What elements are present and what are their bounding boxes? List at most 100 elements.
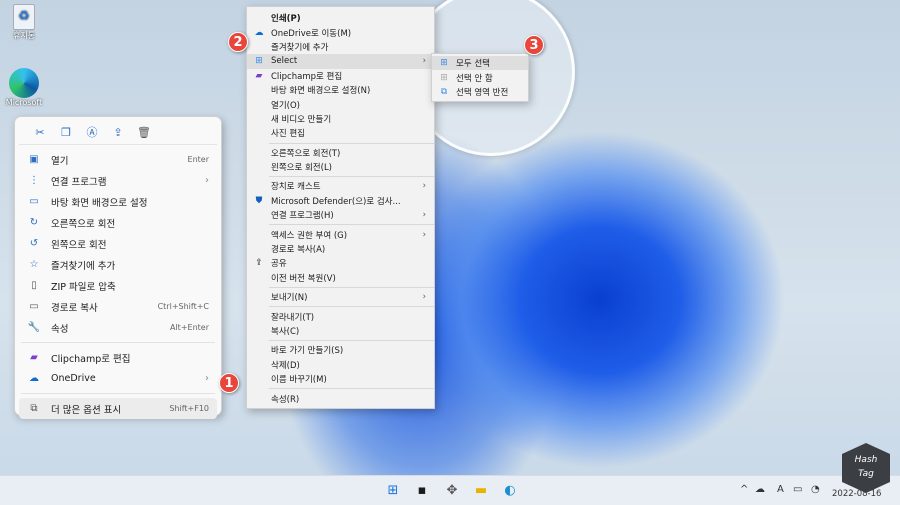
menu-item-copy-path[interactable]: ▭ 경로로 복사 Ctrl+Shift+C [19,296,217,317]
classic-item-open[interactable]: 열기(O) [247,97,434,111]
chevron-right-icon: › [422,181,426,192]
classic-item-edit-photo[interactable]: 사진 편집 [247,126,434,140]
menu-separator [269,306,434,308]
edge-icon[interactable]: ◐ [501,482,519,500]
menu-separator [269,176,434,178]
step-badge-3: 3 [524,35,544,55]
classic-item-give-access[interactable]: 액세스 권한 부여 (G) › [247,227,434,241]
more-options-icon: ⧉ [30,403,38,414]
submenu-item-select-all[interactable]: ⊞ 모두 선택 [432,56,528,71]
menu-item-rotate-left[interactable]: ↺ 왼쪽으로 회전 [19,233,217,254]
onedrive-icon[interactable]: ☁ [755,484,765,495]
desktop-icon-label: Microsoft [5,98,43,107]
volume-icon[interactable]: ◔ [811,484,820,495]
taskbar: ⊞ ▪ ✥ ▬ ◐ ^ ☁ A ▭ ◔ 2022-08-16 [0,475,900,505]
chevron-right-icon: › [422,292,426,303]
copy-icon[interactable]: ❐ [53,123,79,143]
delete-icon[interactable]: 🗑 [131,123,157,143]
rotate-right-icon: ↻ [29,217,39,228]
edge-icon [9,68,39,98]
network-icon[interactable]: ▭ [793,484,802,495]
rotate-left-icon: ↺ [29,238,39,249]
menu-item-show-more-options[interactable]: ⧉ 더 많은 옵션 표시 Shift+F10 [19,398,217,419]
onedrive-icon: ☁ [29,373,39,384]
desktop-icon-label: 휴지통 [12,31,36,40]
desktop-icon-recycle-bin[interactable]: ♻ 휴지통 [2,4,46,41]
classic-item-cast[interactable]: 장치로 캐스트 › [247,179,434,193]
classic-item-select[interactable]: ⊞ Select › [247,54,434,69]
open-with-icon: ⋮ [29,175,39,186]
image-icon: ▣ [29,154,39,165]
classic-item-new-video[interactable]: 새 비디오 만들기 [247,112,434,126]
desktop-icon-edge[interactable]: Microsoft [2,68,46,107]
menu-item-zip[interactable]: ▯ ZIP 파일로 압축 [19,275,217,296]
chevron-right-icon: › [205,175,209,186]
clock-date[interactable]: 2022-08-16 [832,489,881,499]
select-submenu: ⊞ 모두 선택 ⊞ 선택 안 함 ⧉ 선택 영역 반전 [431,53,529,102]
menu-item-open[interactable]: ▣ 열기 Enter [19,149,217,170]
classic-item-cut[interactable]: 잘라내기(T) [247,309,434,323]
step-badge-2: 2 [228,32,248,52]
classic-item-create-shortcut[interactable]: 바로 가기 만들기(S) [247,343,434,357]
file-explorer-icon[interactable]: ▬ [472,482,490,500]
menu-separator [21,342,215,343]
select-all-icon: ⊞ [440,58,448,69]
task-view-icon[interactable]: ▪ [413,482,431,500]
submenu-item-invert-selection[interactable]: ⧉ 선택 영역 반전 [432,85,528,99]
classic-context-menu: 인쇄(P) ☁ OneDrive로 이동(M) 즐겨찾기에 추가 ⊞ Select ›… [246,6,435,409]
classic-item-rotate-left[interactable]: 왼쪽으로 회전(L) [247,160,434,174]
path-icon: ▭ [29,301,39,312]
ime-icon[interactable]: A [777,484,784,495]
menu-item-open-with[interactable]: ⋮ 연결 프로그램 › [19,170,217,191]
step-badge-1: 1 [219,373,239,393]
classic-item-share[interactable]: ⇪ 공유 [247,256,434,270]
classic-item-restore-versions[interactable]: 이전 버전 복원(V) [247,271,434,285]
classic-item-clipchamp[interactable]: ▰ Clipchamp로 편집 [247,69,434,83]
chevron-right-icon: › [205,373,209,384]
menu-item-set-wallpaper[interactable]: ▭ 바탕 화면 배경으로 설정 [19,191,217,212]
start-icon[interactable]: ⊞ [384,482,402,500]
menu-item-onedrive[interactable]: ☁ OneDrive › [19,368,217,389]
chevron-right-icon: › [422,229,426,240]
classic-item-open-with[interactable]: 연결 프로그램(H) › [247,208,434,222]
classic-item-send-to[interactable]: 보내기(N) › [247,290,434,304]
classic-item-move-onedrive[interactable]: ☁ OneDrive로 이동(M) [247,25,434,39]
chevron-up-icon[interactable]: ^ [740,484,748,495]
classic-item-rotate-right[interactable]: 오른쪽으로 회전(T) [247,146,434,160]
invert-selection-icon: ⧉ [440,86,448,97]
widgets-icon[interactable]: ✥ [443,482,461,500]
zip-icon: ▯ [31,280,37,291]
defender-shield-icon: ⛊ [255,195,263,206]
classic-item-delete[interactable]: 삭제(D) [247,358,434,372]
menu-item-properties[interactable]: 🔧 속성 Alt+Enter [19,317,217,338]
menu-item-rotate-right[interactable]: ↻ 오른쪽으로 회전 [19,212,217,233]
rename-icon[interactable]: Ⓐ [79,123,105,143]
share-icon[interactable]: ⇪ [105,123,131,143]
menu-separator [269,388,434,390]
modern-context-menu: ✂ ❐ Ⓐ ⇪ 🗑 ▣ 열기 Enter ⋮ 연결 프로그램 › ▭ 바탕 화면 배경으로… [14,116,222,419]
menu-separator [269,287,434,289]
classic-item-print[interactable]: 인쇄(P) [247,11,434,25]
wallpaper-icon: ▭ [29,196,39,207]
classic-item-copy-path[interactable]: 경로로 복사(A) [247,242,434,256]
classic-item-favorites[interactable]: 즐겨찾기에 추가 [247,40,434,54]
select-all-icon: ⊞ [255,56,263,67]
cut-icon[interactable]: ✂ [27,123,53,143]
onedrive-icon: ☁ [254,27,264,38]
select-none-icon: ⊞ [440,72,448,83]
chevron-right-icon: › [422,210,426,221]
classic-item-properties[interactable]: 속성(R) [247,391,434,405]
submenu-item-select-none[interactable]: ⊞ 선택 안 함 [432,70,528,84]
wrench-icon: 🔧 [27,322,41,333]
classic-item-defender[interactable]: ⛊ Microsoft Defender(으)로 검사... [247,194,434,208]
menu-item-clipchamp[interactable]: ▰ Clipchamp로 편집 [19,347,217,368]
share-icon: ⇪ [255,258,263,269]
menu-item-add-favorites[interactable]: ☆ 즐겨찾기에 추가 [19,254,217,275]
menu-toolbar: ✂ ❐ Ⓐ ⇪ 🗑 [19,117,217,145]
classic-item-copy[interactable]: 복사(C) [247,324,434,338]
classic-item-wallpaper[interactable]: 바탕 화면 배경으로 설정(N) [247,83,434,97]
classic-item-rename[interactable]: 이름 바꾸기(M) [247,372,434,386]
clipchamp-icon: ▰ [255,70,263,81]
menu-separator [269,224,434,226]
recycle-bin-icon: ♻ [13,4,35,30]
